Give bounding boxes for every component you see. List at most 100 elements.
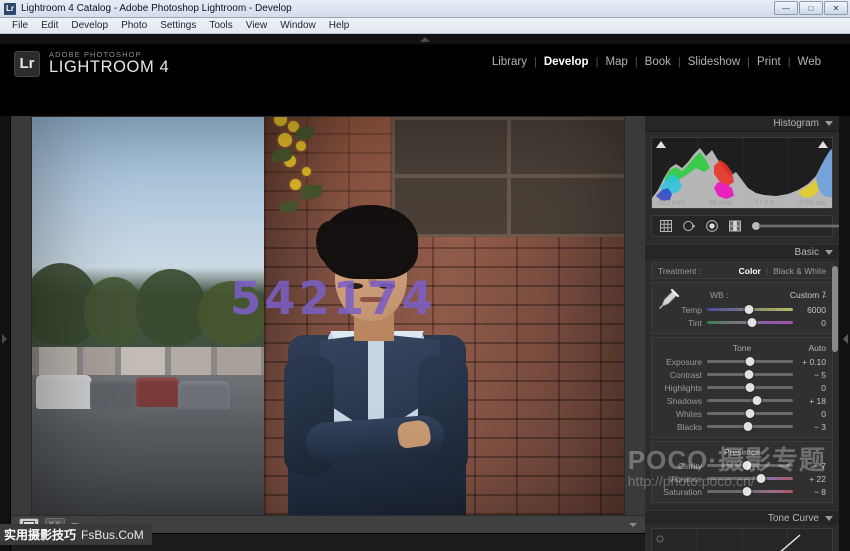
menu-file[interactable]: File [6, 19, 34, 32]
slider-clarity[interactable]: Clarity − 7 [652, 459, 832, 472]
module-slideshow[interactable]: Slideshow [681, 56, 747, 68]
slider-label: Exposure [658, 357, 702, 367]
slider-track[interactable] [707, 412, 793, 415]
slider-track[interactable] [707, 386, 793, 389]
chevron-down-icon[interactable] [825, 121, 833, 126]
slider-knob[interactable] [757, 474, 766, 483]
image-canvas[interactable]: 542174 [11, 116, 645, 515]
menu-edit[interactable]: Edit [35, 19, 64, 32]
photo-car [178, 381, 230, 409]
slider-track[interactable] [707, 490, 793, 493]
slider-label: Shadows [658, 396, 702, 406]
slider-whites[interactable]: Whites 0 [652, 407, 832, 420]
wb-row: WB : Custom ⁒ [652, 286, 832, 303]
slider-knob[interactable] [752, 396, 761, 405]
histogram-graph[interactable]: ISO 640 35 mm f / 2.5 1/50 sec [651, 137, 833, 209]
slider-knob[interactable] [745, 370, 754, 379]
slider-track[interactable] [707, 425, 793, 428]
tone-curve-graph[interactable] [651, 528, 833, 551]
slider-knob[interactable] [746, 383, 755, 392]
module-develop[interactable]: Develop [537, 56, 596, 68]
module-web[interactable]: Web [791, 56, 828, 68]
slider-track[interactable] [707, 399, 793, 402]
slider-blacks[interactable]: Blacks − 3 [652, 420, 832, 433]
close-button[interactable]: ✕ [824, 1, 848, 15]
module-print[interactable]: Print [750, 56, 788, 68]
wb-value[interactable]: Custom [790, 290, 819, 300]
slider-contrast[interactable]: Contrast − 5 [652, 368, 832, 381]
right-panel-scrollbar[interactable] [832, 266, 838, 352]
module-picker: Library | Develop | Map | Book | Slidesh… [485, 56, 828, 68]
slider-track[interactable] [707, 308, 793, 311]
photo-flower [274, 117, 287, 126]
highlight-clipping-icon[interactable] [818, 141, 828, 148]
slider-knob[interactable] [746, 357, 755, 366]
treatment-bw-option[interactable]: Black & White [773, 266, 826, 276]
menu-photo[interactable]: Photo [115, 19, 153, 32]
maximize-button[interactable]: □ [799, 1, 823, 15]
slider-knob[interactable] [744, 422, 753, 431]
menu-view[interactable]: View [240, 19, 274, 32]
left-panel-collapse-strip[interactable] [0, 116, 11, 551]
photo-hair [322, 205, 418, 279]
slider-highlights[interactable]: Highlights 0 [652, 381, 832, 394]
histogram-header[interactable]: Histogram [645, 116, 839, 132]
chevron-down-icon[interactable] [825, 516, 833, 521]
histogram-iso: ISO 640 [657, 198, 685, 207]
slider-exposure[interactable]: Exposure + 0.10 [652, 355, 832, 368]
slider-track[interactable] [707, 477, 793, 480]
spot-removal-icon[interactable] [682, 219, 696, 233]
shadow-clipping-icon[interactable] [656, 141, 666, 148]
adjustment-brush-icon[interactable] [751, 220, 839, 232]
menu-tools[interactable]: Tools [203, 19, 238, 32]
minimize-button[interactable]: — [774, 1, 798, 15]
photo-arm [418, 355, 468, 475]
module-book[interactable]: Book [638, 56, 678, 68]
photo-car [136, 377, 180, 407]
slider-knob[interactable] [745, 305, 754, 314]
module-map[interactable]: Map [598, 56, 634, 68]
menu-settings[interactable]: Settings [154, 19, 202, 32]
photo-flower [278, 133, 292, 147]
slider-knob[interactable] [747, 318, 756, 327]
slider-tint[interactable]: Tint 0 [652, 316, 832, 329]
slider-knob[interactable] [743, 461, 752, 470]
slider-saturation[interactable]: Saturation − 8 [652, 485, 832, 498]
slider-track[interactable] [707, 373, 793, 376]
identity-text: ADOBE PHOTOSHOP LIGHTROOM 4 [49, 51, 169, 76]
slider-knob[interactable] [746, 409, 755, 418]
slider-track[interactable] [707, 360, 793, 363]
top-panel-collapse-bar[interactable] [0, 34, 850, 45]
histogram-title: Histogram [773, 118, 819, 129]
photo-person [278, 205, 474, 515]
crop-overlay-icon[interactable] [659, 219, 673, 233]
slider-vibrance[interactable]: Vibrance + 22 [652, 472, 832, 485]
graduated-filter-icon[interactable] [728, 219, 742, 233]
menu-window[interactable]: Window [274, 19, 322, 32]
toolbar-options-caret-icon[interactable] [629, 523, 637, 527]
treatment-color-option[interactable]: Color [739, 266, 761, 276]
photo-watermark-number: 542174 [230, 272, 436, 325]
white-balance-eyedropper-icon[interactable] [656, 288, 680, 310]
chevron-down-icon[interactable] [825, 250, 833, 255]
menu-help[interactable]: Help [323, 19, 356, 32]
slider-label: Vibrance [658, 474, 702, 484]
slider-track[interactable] [707, 464, 793, 467]
window-title: Lightroom 4 Catalog - Adobe Photoshop Li… [21, 3, 292, 14]
tone-curve-title: Tone Curve [768, 513, 819, 524]
window-controls: — □ ✕ [774, 1, 848, 15]
right-panel-collapse-strip[interactable] [839, 116, 850, 551]
tone-auto-button[interactable]: Auto [809, 343, 827, 353]
module-library[interactable]: Library [485, 56, 534, 68]
slider-value: 6000 [798, 305, 826, 315]
menu-develop[interactable]: Develop [65, 19, 114, 32]
wb-stepper-icon[interactable]: ⁒ [822, 289, 826, 300]
tone-curve-header[interactable]: Tone Curve [645, 510, 839, 525]
wb-label: WB : [710, 290, 728, 300]
basic-panel-header[interactable]: Basic [645, 244, 839, 259]
slider-knob[interactable] [743, 487, 752, 496]
slider-shadows[interactable]: Shadows + 18 [652, 394, 832, 407]
slider-track[interactable] [707, 321, 793, 324]
red-eye-icon[interactable] [705, 219, 719, 233]
menubar: File Edit Develop Photo Settings Tools V… [0, 18, 850, 34]
